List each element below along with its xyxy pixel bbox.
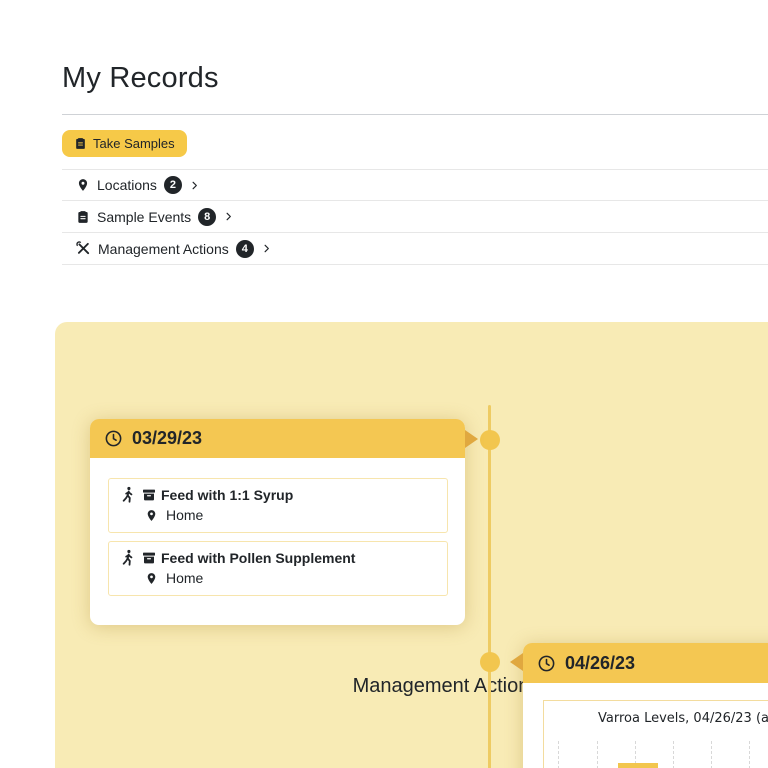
map-pin-icon	[145, 509, 158, 522]
chart-gridline	[558, 741, 559, 768]
count-badge: 2	[164, 176, 182, 194]
accordion-label: Management Actions	[98, 241, 229, 257]
timeline-arrow-icon	[510, 653, 523, 671]
chart-gridline	[711, 741, 712, 768]
accordion-row-management-actions[interactable]: Management Actions 4	[62, 233, 768, 265]
accordion-label: Sample Events	[97, 209, 191, 225]
event-date: 04/26/23	[565, 653, 635, 674]
count-badge: 8	[198, 208, 216, 226]
accordion-label: Locations	[97, 177, 157, 193]
accordion-row-sample-events[interactable]: Sample Events 8	[62, 201, 768, 233]
clipboard-icon	[76, 210, 90, 224]
chart-gridline	[749, 741, 750, 768]
timeline-line	[488, 405, 491, 768]
action-location: Home	[166, 570, 203, 586]
map-pin-icon	[76, 178, 90, 192]
wrench-screwdriver-icon	[76, 241, 91, 256]
timeline-event-card: 03/29/23 Feed with 1:1 Syrup	[90, 419, 465, 625]
timeline-dot	[480, 430, 500, 450]
clipboard-icon	[74, 137, 87, 150]
map-pin-icon	[145, 572, 158, 585]
count-badge: 4	[236, 240, 254, 258]
take-samples-label: Take Samples	[93, 136, 175, 151]
event-date: 03/29/23	[132, 428, 202, 449]
management-action-item: Feed with 1:1 Syrup Home	[108, 478, 448, 533]
chart-gridline	[673, 741, 674, 768]
take-samples-button[interactable]: Take Samples	[62, 130, 187, 157]
chevron-right-icon	[189, 179, 200, 192]
action-location: Home	[166, 507, 203, 523]
divider	[62, 114, 768, 115]
timeline-event-card: 04/26/23 Varroa Levels, 04/26/23 (avg:	[523, 643, 768, 768]
archive-box-icon	[141, 550, 157, 566]
timeline-dot	[480, 652, 500, 672]
person-walking-icon	[119, 486, 137, 504]
page-title: My Records	[62, 62, 219, 95]
my-records-page: My Records Take Samples Locations 2 Samp…	[0, 0, 768, 768]
person-walking-icon	[119, 549, 137, 567]
clock-icon	[104, 429, 123, 448]
records-accordion: Locations 2 Sample Events 8 Management A…	[62, 169, 768, 265]
chart-title: Varroa Levels, 04/26/23 (avg:	[598, 711, 768, 726]
management-action-item: Feed with Pollen Supplement Home	[108, 541, 448, 596]
chart-bar	[618, 763, 658, 768]
management-actions-timeline-panel: Management Actions Timeline 03/29/23	[55, 322, 768, 768]
chevron-right-icon	[261, 242, 272, 255]
timeline-arrow-icon	[465, 430, 478, 448]
chevron-right-icon	[223, 210, 234, 223]
event-date-header: 04/26/23	[523, 643, 768, 683]
accordion-row-locations[interactable]: Locations 2	[62, 169, 768, 201]
chart-gridline	[597, 741, 598, 768]
archive-box-icon	[141, 487, 157, 503]
action-name: Feed with 1:1 Syrup	[161, 487, 293, 503]
event-date-header: 03/29/23	[90, 419, 465, 458]
varroa-levels-chart: Varroa Levels, 04/26/23 (avg:	[543, 700, 768, 768]
action-name: Feed with Pollen Supplement	[161, 550, 355, 566]
clock-icon	[537, 654, 556, 673]
